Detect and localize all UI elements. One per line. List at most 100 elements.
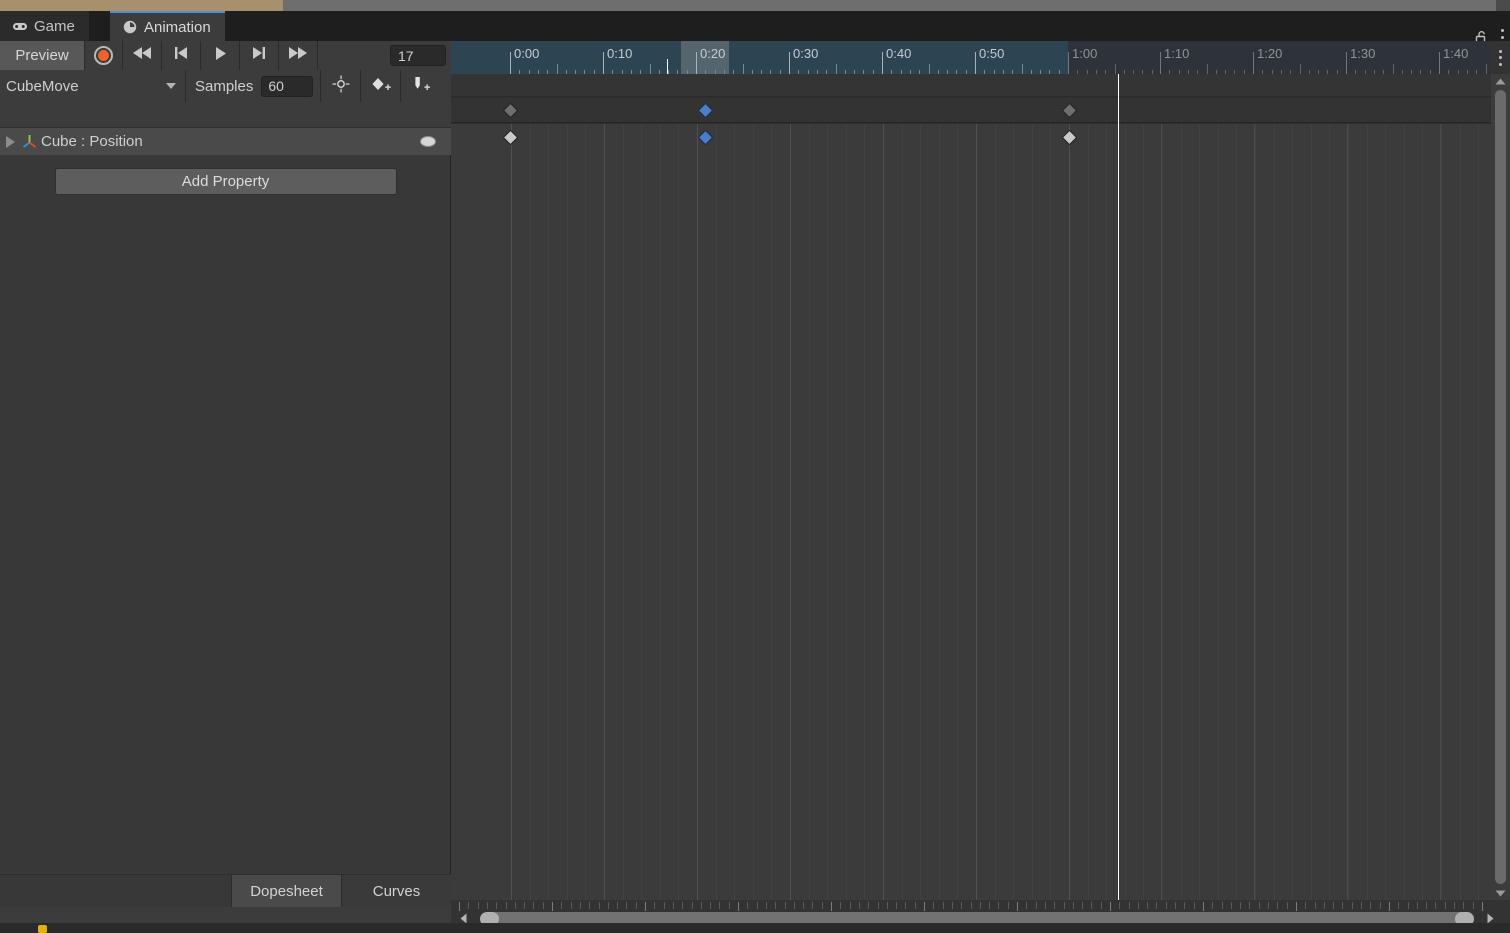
keyframe-hover[interactable] <box>502 129 518 146</box>
minimap-tick <box>1380 902 1381 909</box>
add-property-button[interactable]: Add Property <box>54 168 397 195</box>
grid-line <box>827 151 828 900</box>
minimap-tick <box>459 902 460 911</box>
next-keyframe-icon <box>250 46 268 65</box>
clip-toolbar: CubeMove Samples 60 <box>0 70 451 102</box>
filter-target-icon <box>332 75 350 98</box>
minimap-tick <box>850 902 851 909</box>
triangle-right-icon[interactable] <box>6 135 15 148</box>
grid-line-major <box>697 151 698 900</box>
gamepad-icon <box>12 18 28 34</box>
grid-line <box>846 151 847 900</box>
property-row-cube-position[interactable]: Cube : Position <box>0 128 451 155</box>
grid-line <box>771 151 772 900</box>
minimap-tick <box>515 902 516 909</box>
keyframe-normal[interactable] <box>1061 102 1077 119</box>
preview-button[interactable]: Preview <box>0 41 85 70</box>
transform-axis-icon <box>21 133 38 150</box>
minimap-tick <box>1305 902 1306 909</box>
timeline-property-row[interactable] <box>451 124 1491 151</box>
play-button[interactable] <box>201 41 240 70</box>
last-frame-button[interactable] <box>279 41 318 70</box>
minimap-tick <box>1212 902 1213 909</box>
tab-dopesheet[interactable]: Dopesheet <box>231 875 341 907</box>
previous-keyframe-button[interactable] <box>162 41 201 70</box>
minimap-tick <box>1231 902 1232 909</box>
grid-line <box>1478 124 1479 151</box>
grid-line <box>1218 124 1219 151</box>
timeline-ruler[interactable]: 0:00 0:10 0:20 0:30 0:40 0:50 1:00 1:10 1:20 1:30… <box>451 41 1491 74</box>
grid-line <box>1143 151 1144 900</box>
vertical-scroll-track[interactable] <box>1495 90 1506 884</box>
keyframe-selected[interactable] <box>697 102 713 119</box>
minimap-tick <box>1268 902 1269 909</box>
vertical-scrollbar[interactable] <box>1491 74 1510 900</box>
grid-line <box>920 151 921 900</box>
grid-line <box>771 124 772 151</box>
minimap-tick <box>915 902 916 909</box>
timeline-summary-row[interactable] <box>451 98 1491 123</box>
grid-line <box>1385 151 1386 900</box>
grid-line-major <box>976 124 977 151</box>
minimap-tick <box>496 902 497 909</box>
minimap-tick <box>478 902 479 909</box>
minimap-tick <box>487 902 488 909</box>
samples-value: 60 <box>268 78 284 94</box>
tab-dopesheet-label: Dopesheet <box>250 882 323 900</box>
minimap-tick <box>524 902 525 909</box>
minimap-tick <box>747 902 748 909</box>
tab-game[interactable]: Game <box>0 11 89 41</box>
tab-game-label: Game <box>34 17 75 35</box>
keyframe-selected[interactable] <box>697 129 713 146</box>
add-event-button[interactable] <box>400 70 440 102</box>
minimap-tick <box>1370 902 1371 909</box>
grid-line <box>734 151 735 900</box>
add-keyframe-button[interactable] <box>360 70 400 102</box>
minimap-tick <box>561 902 562 909</box>
minimap-tick <box>1408 902 1409 909</box>
tab-animation[interactable]: Animation <box>110 11 225 41</box>
grid-line <box>1329 124 1330 151</box>
warning-icon[interactable] <box>38 925 47 933</box>
grid-line <box>567 151 568 900</box>
minimap-tick <box>1091 902 1092 909</box>
current-frame-input[interactable]: 17 <box>390 45 446 66</box>
minimap-tick <box>905 902 906 909</box>
minimap-tick <box>757 902 758 909</box>
minimap-tick <box>933 902 934 909</box>
minimap-tick <box>664 902 665 909</box>
minimap-tick <box>887 902 888 909</box>
record-button[interactable] <box>85 41 123 70</box>
next-keyframe-button[interactable] <box>240 41 279 70</box>
timeline-grid[interactable] <box>451 151 1491 900</box>
tab-curves[interactable]: Curves <box>341 875 451 907</box>
grid-line <box>1292 151 1293 900</box>
clip-name-label: CubeMove <box>6 77 79 95</box>
grid-line <box>753 151 754 900</box>
minimap-tick <box>859 902 860 909</box>
keyframe-hover[interactable] <box>1061 129 1077 146</box>
grid-line-major <box>790 151 791 900</box>
first-frame-button[interactable] <box>123 41 162 70</box>
vertical-scroll-thumb[interactable] <box>1495 90 1506 884</box>
minimap-tick <box>1445 902 1446 909</box>
grid-line <box>530 151 531 900</box>
curve-visibility-dot-icon[interactable] <box>420 136 436 147</box>
grid-line-major <box>1440 151 1441 900</box>
filter-button[interactable] <box>320 70 360 102</box>
samples-input[interactable]: 60 <box>261 75 314 97</box>
minimap-tick <box>989 902 990 909</box>
clip-selector-dropdown[interactable]: CubeMove <box>0 70 186 102</box>
minimap-tick <box>654 902 655 909</box>
scroll-up-icon[interactable] <box>1491 74 1510 88</box>
minimap-tick <box>1352 902 1353 909</box>
timeline-options-menu[interactable] <box>1491 41 1510 74</box>
scroll-down-icon[interactable] <box>1491 886 1510 900</box>
minimap-tick <box>1426 902 1427 909</box>
playhead-line[interactable] <box>1118 74 1119 900</box>
keyframe-normal[interactable] <box>502 102 518 119</box>
grid-line-major <box>1161 151 1162 900</box>
grid-line <box>1460 151 1461 900</box>
minimap-tick <box>1463 902 1464 909</box>
playhead-ruler[interactable] <box>667 59 668 74</box>
